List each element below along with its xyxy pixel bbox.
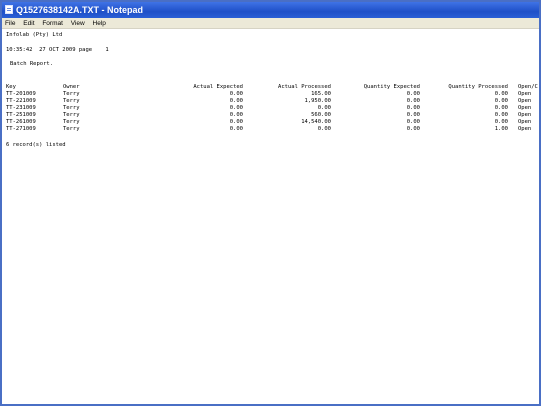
cell-key: TT-201009 [6, 91, 36, 97]
cell-actual-processed: 165.00 [311, 91, 331, 97]
cell-status: Open [518, 98, 532, 104]
cell-quantity-expected: 0.00 [406, 119, 420, 125]
cell-owner: Terry [63, 105, 80, 111]
menu-bar: File Edit Format View Help [2, 18, 539, 29]
cell-key: TT-261009 [6, 119, 36, 125]
menu-format[interactable]: Format [42, 20, 63, 27]
header-actual-expected: Actual Expected [193, 84, 243, 90]
cell-actual-processed: 0.00 [317, 105, 331, 111]
cell-owner: Terry [63, 91, 80, 97]
cell-quantity-expected: 0.00 [406, 105, 420, 111]
table-header: Key Owner Actual Expected Actual Process… [6, 84, 539, 91]
cell-actual-expected: 0.00 [229, 98, 243, 104]
cell-quantity-expected: 0.00 [406, 112, 420, 118]
company-name: Infolab (Pty) Ltd [6, 32, 63, 38]
cell-actual-expected: 0.00 [229, 91, 243, 97]
cell-owner: Terry [63, 119, 80, 125]
report-title: Batch Report. [10, 61, 54, 67]
notepad-app-icon [5, 5, 13, 14]
header-key: Key [6, 84, 16, 90]
title-bar[interactable]: Q1527638142A.TXT - Notepad [2, 2, 539, 18]
cell-actual-processed: 14,540.00 [301, 119, 331, 125]
cell-status: Open [518, 105, 532, 111]
cell-status: Open [518, 126, 532, 132]
table-row: TT-251009 Terry 0.00 560.00 0.00 0.00 Op… [6, 112, 539, 119]
report-timestamp: 10:35:42 27 OCT 2009 page 1 [6, 47, 109, 53]
header-actual-processed: Actual Processed [278, 84, 331, 90]
notepad-window: Q1527638142A.TXT - Notepad File Edit For… [0, 0, 541, 406]
cell-quantity-processed: 0.00 [494, 98, 508, 104]
cell-quantity-expected: 0.00 [406, 126, 420, 132]
header-owner: Owner [63, 84, 80, 90]
menu-edit[interactable]: Edit [23, 20, 34, 27]
menu-view[interactable]: View [71, 20, 85, 27]
cell-actual-processed: 0.00 [317, 126, 331, 132]
cell-actual-expected: 0.00 [229, 105, 243, 111]
cell-owner: Terry [63, 112, 80, 118]
cell-quantity-processed: 0.00 [494, 112, 508, 118]
cell-quantity-expected: 0.00 [406, 98, 420, 104]
header-quantity-expected: Quantity Expected [363, 84, 420, 90]
cell-status: Open [518, 91, 532, 97]
cell-key: TT-221009 [6, 98, 36, 104]
cell-quantity-processed: 0.00 [494, 119, 508, 125]
menu-file[interactable]: File [5, 20, 15, 27]
record-count: 6 record(s) listed [6, 142, 66, 148]
menu-help[interactable]: Help [93, 20, 106, 27]
window-title: Q1527638142A.TXT - Notepad [16, 5, 144, 15]
cell-status: Open [518, 119, 532, 125]
table-row: TT-271009 Terry 0.00 0.00 0.00 1.00 Open [6, 126, 539, 133]
cell-actual-processed: 560.00 [311, 112, 331, 118]
cell-owner: Terry [63, 126, 80, 132]
cell-actual-expected: 0.00 [229, 112, 243, 118]
table-row: TT-201009 Terry 0.00 165.00 0.00 0.00 Op… [6, 91, 539, 98]
table-row: TT-221009 Terry 0.00 1,950.00 0.00 0.00 … [6, 98, 539, 105]
cell-quantity-expected: 0.00 [406, 91, 420, 97]
cell-key: TT-271009 [6, 126, 36, 132]
header-open-closed: Open/C [518, 84, 538, 90]
table-row: TT-231009 Terry 0.00 0.00 0.00 0.00 Open [6, 105, 539, 112]
cell-key: TT-231009 [6, 105, 36, 111]
cell-status: Open [518, 112, 532, 118]
cell-actual-expected: 0.00 [229, 126, 243, 132]
cell-quantity-processed: 0.00 [494, 91, 508, 97]
header-quantity-processed: Quantity Processed [448, 84, 508, 90]
cell-key: TT-251009 [6, 112, 36, 118]
table-row: TT-261009 Terry 0.00 14,540.00 0.00 0.00… [6, 119, 539, 126]
cell-actual-expected: 0.00 [229, 119, 243, 125]
cell-quantity-processed: 1.00 [494, 126, 508, 132]
cell-quantity-processed: 0.00 [494, 105, 508, 111]
cell-owner: Terry [63, 98, 80, 104]
document-text-area[interactable]: Infolab (Pty) Ltd 10:35:42 27 OCT 2009 p… [6, 32, 539, 404]
cell-actual-processed: 1,950.00 [304, 98, 332, 104]
